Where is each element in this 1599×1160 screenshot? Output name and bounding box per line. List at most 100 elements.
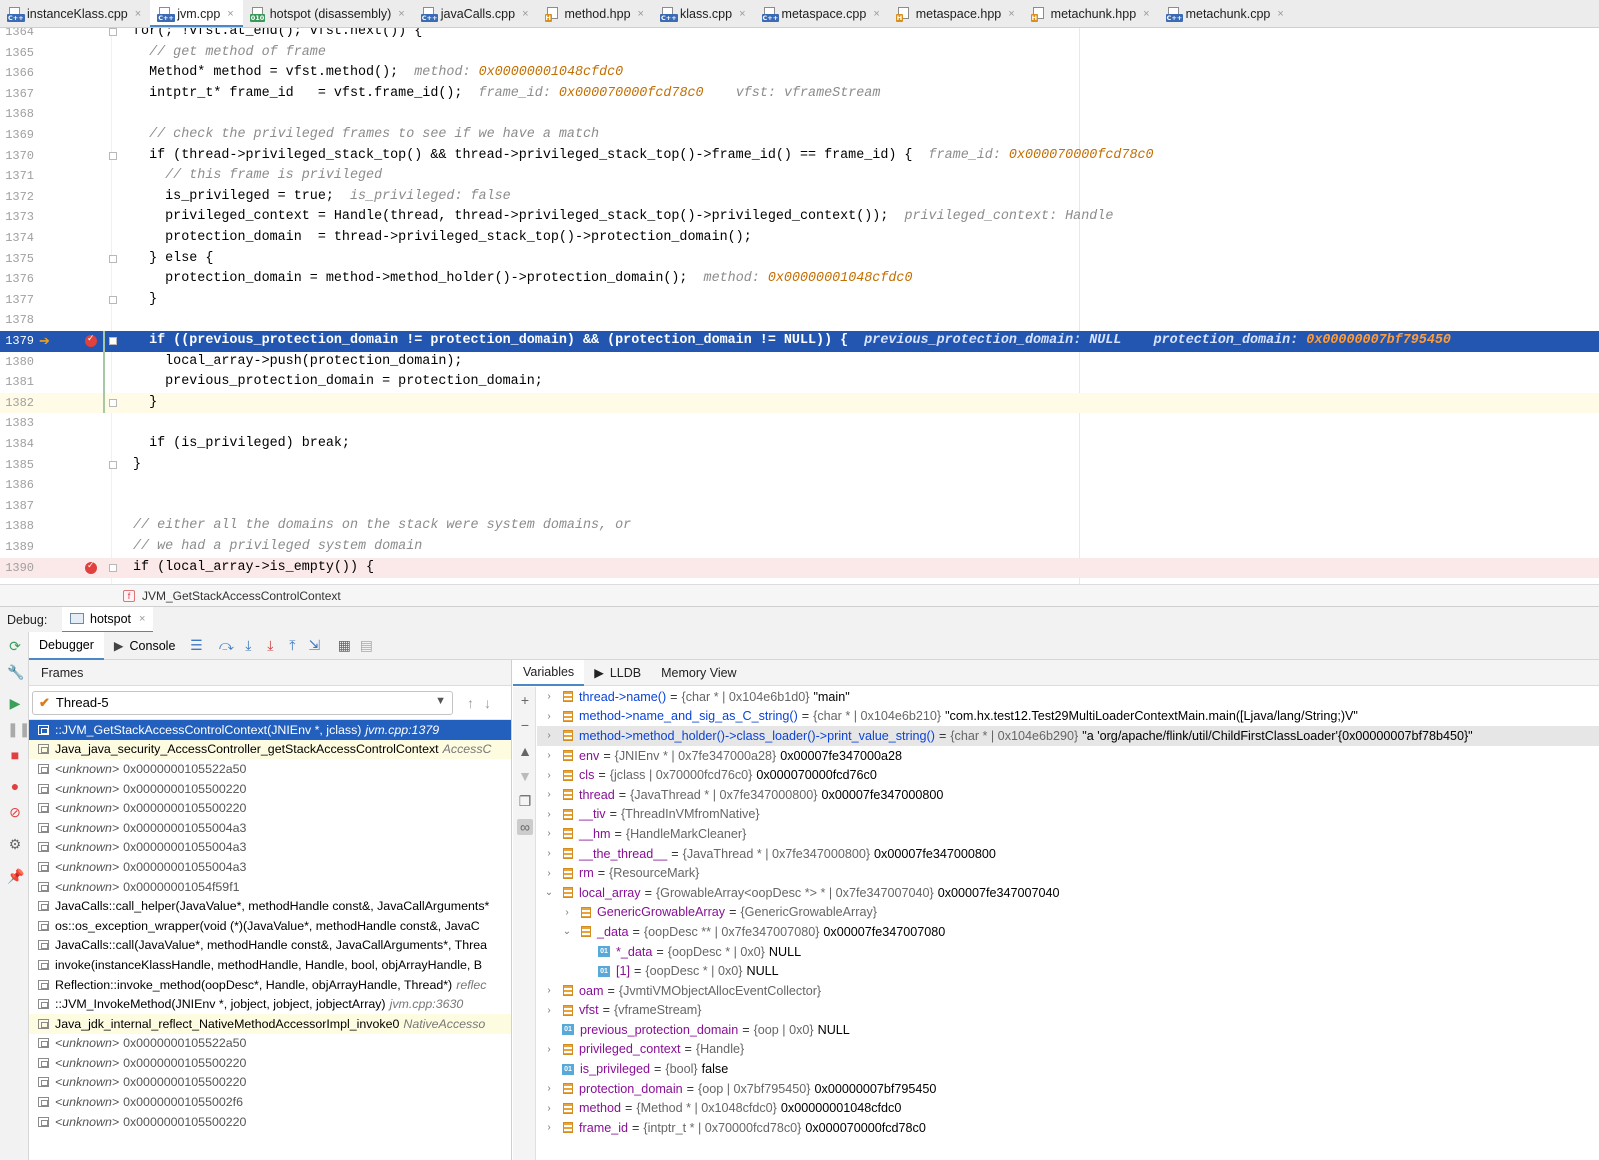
fold-marker-icon[interactable]: [109, 295, 117, 304]
wrench-icon[interactable]: 🔧: [7, 664, 24, 680]
move-down-icon[interactable]: ▼: [517, 768, 533, 784]
layout-settings-icon[interactable]: ▤: [355, 637, 377, 654]
tab-console[interactable]: ▶ Console: [104, 632, 186, 660]
line-number[interactable]: 1383: [0, 413, 34, 434]
stack-frame[interactable]: os::os_exception_wrapper(void (*)(JavaVa…: [29, 916, 511, 936]
copy-icon[interactable]: ❐: [517, 793, 533, 809]
chevron-down-icon[interactable]: ⌄: [543, 887, 555, 898]
pause-icon[interactable]: ❚❚: [7, 721, 30, 737]
variable-row[interactable]: › privileged_context = {Handle}: [537, 1040, 1599, 1060]
close-icon[interactable]: ×: [1143, 8, 1149, 20]
fold-marker-icon[interactable]: [109, 28, 117, 36]
breakpoint-icon[interactable]: [85, 560, 97, 574]
variable-row[interactable]: › cls = {jclass | 0x70000fcd76c0} 0x00007000…: [537, 765, 1599, 785]
chevron-right-icon[interactable]: ›: [561, 907, 573, 918]
show-frames-icon[interactable]: ☰: [185, 637, 207, 654]
stack-frame[interactable]: <unknown> 0x0000000105500220: [29, 1112, 511, 1132]
close-icon[interactable]: ×: [638, 8, 644, 20]
tab-variables[interactable]: Variables: [513, 660, 585, 686]
chevron-right-icon[interactable]: ›: [543, 770, 555, 781]
close-icon[interactable]: ×: [135, 8, 141, 20]
line-number[interactable]: 1368: [0, 104, 34, 125]
line-number[interactable]: 1377: [0, 290, 34, 311]
chevron-right-icon[interactable]: ›: [543, 1083, 555, 1094]
thread-selector[interactable]: ✔ Thread-5 ▼: [32, 690, 453, 715]
variable-row[interactable]: ⌄ _data = {oopDesc ** | 0x7fe347007080} 0x00…: [537, 922, 1599, 942]
variable-row[interactable]: › protection_domain = {oop | 0x7bf795450} 0x…: [537, 1079, 1599, 1099]
chevron-down-icon[interactable]: ⌄: [561, 926, 573, 937]
editor-tab[interactable]: C++ metachunk.cpp ×: [1159, 0, 1293, 27]
close-icon[interactable]: ×: [1008, 8, 1014, 20]
line-number[interactable]: 1386: [0, 475, 34, 496]
close-icon[interactable]: ×: [1277, 8, 1283, 20]
stack-frame[interactable]: <unknown> 0x00000001054f59f1: [29, 877, 511, 897]
line-number[interactable]: 1376: [0, 269, 34, 290]
close-icon[interactable]: ×: [739, 8, 745, 20]
stack-frame[interactable]: Java_java_security_AccessController_getS…: [29, 739, 511, 760]
line-number[interactable]: 1375: [0, 249, 34, 270]
stack-frame[interactable]: ::JVM_InvokeMethod(JNIEnv *, jobject, jo…: [29, 994, 511, 1014]
evaluate-expression-icon[interactable]: ▦: [333, 637, 355, 654]
tab-debugger[interactable]: Debugger: [29, 631, 104, 660]
line-number[interactable]: 1373: [0, 207, 34, 228]
line-number[interactable]: 1366: [0, 63, 34, 84]
fold-marker-icon[interactable]: [109, 151, 117, 160]
remove-watch-icon[interactable]: −: [517, 717, 533, 733]
line-number[interactable]: 1372: [0, 187, 34, 208]
variable-row[interactable]: › __tiv = {ThreadInVMfromNative}: [537, 805, 1599, 825]
variable-row[interactable]: › env = {JNIEnv * | 0x7fe347000a28} 0x00007f…: [537, 746, 1599, 766]
variable-row[interactable]: › method->name_and_sig_as_C_string() = {cha…: [537, 707, 1599, 727]
chevron-right-icon[interactable]: ›: [543, 868, 555, 879]
line-number[interactable]: 1379: [0, 331, 34, 352]
stack-frame[interactable]: JavaCalls::call_helper(JavaValue*, metho…: [29, 896, 511, 916]
chevron-right-icon[interactable]: ›: [543, 1044, 555, 1055]
frame-nav-arrows-icon[interactable]: ↑↓: [467, 695, 501, 711]
variable-row[interactable]: › vfst = {vframeStream}: [537, 1001, 1599, 1021]
force-step-into-icon[interactable]: ⤓: [259, 637, 281, 654]
variable-row[interactable]: › method->method_holder()->class_loader()…: [537, 726, 1599, 746]
variable-row[interactable]: 01 is_privileged = {bool} false: [537, 1059, 1599, 1079]
line-number[interactable]: 1365: [0, 43, 34, 64]
line-number[interactable]: 1364: [0, 28, 34, 43]
chevron-right-icon[interactable]: ›: [543, 848, 555, 859]
resume-icon[interactable]: ▶: [7, 695, 23, 711]
variable-row[interactable]: › __hm = {HandleMarkCleaner}: [537, 824, 1599, 844]
view-breakpoints-icon[interactable]: ●: [7, 778, 23, 794]
line-number[interactable]: 1371: [0, 166, 34, 187]
chevron-right-icon[interactable]: ›: [543, 1005, 555, 1016]
chevron-right-icon[interactable]: ›: [543, 750, 555, 761]
line-number[interactable]: 1369: [0, 125, 34, 146]
chevron-right-icon[interactable]: ›: [543, 985, 555, 996]
editor-tab[interactable]: C++ klass.cpp ×: [653, 0, 755, 27]
move-up-icon[interactable]: ▲: [517, 743, 533, 759]
stack-frame[interactable]: JavaCalls::call(JavaValue*, methodHandle…: [29, 936, 511, 956]
breadcrumb-function[interactable]: JVM_GetStackAccessControlContext: [142, 589, 341, 603]
stack-frame[interactable]: Reflection::invoke_method(oopDesc*, Hand…: [29, 975, 511, 995]
close-icon[interactable]: ×: [873, 8, 879, 20]
settings-gear-icon[interactable]: ⚙: [7, 836, 23, 852]
stack-frame[interactable]: <unknown> 0x0000000105500220: [29, 1073, 511, 1093]
step-over-icon[interactable]: ⤼: [215, 637, 237, 654]
editor-tab[interactable]: 010 hotspot (disassembly) ×: [243, 0, 414, 27]
pin-icon[interactable]: 📌: [7, 868, 24, 884]
editor-tab[interactable]: Hmetaspace.hpp ×: [889, 0, 1024, 27]
editor-tab[interactable]: Hmethod.hpp ×: [538, 0, 653, 27]
close-icon[interactable]: ×: [139, 613, 145, 625]
editor-tab[interactable]: C++ metaspace.cpp ×: [755, 0, 889, 27]
variable-row[interactable]: 01 *_data = {oopDesc * | 0x0} NULL: [537, 942, 1599, 962]
run-to-cursor-icon[interactable]: ⇲: [303, 637, 325, 654]
variable-row[interactable]: › frame_id = {intptr_t * | 0x70000fcd78c0} 0…: [537, 1118, 1599, 1138]
chevron-right-icon[interactable]: ›: [543, 1122, 555, 1133]
line-number[interactable]: 1387: [0, 496, 34, 517]
variable-row[interactable]: 01 previous_protection_domain = {oop | 0x0}…: [537, 1020, 1599, 1040]
stack-frame[interactable]: invoke(instanceKlassHandle, methodHandle…: [29, 955, 511, 975]
stack-frame[interactable]: ::JVM_GetStackAccessControlContext(JNIEn…: [29, 720, 511, 740]
close-icon[interactable]: ×: [522, 8, 528, 20]
variable-row[interactable]: › oam = {JvmtiVMObjectAllocEventCollector}: [537, 981, 1599, 1001]
line-number[interactable]: 1385: [0, 455, 34, 476]
add-watch-icon[interactable]: +: [517, 692, 533, 708]
line-number[interactable]: 1367: [0, 84, 34, 105]
line-number[interactable]: 1384: [0, 434, 34, 455]
stack-frame[interactable]: <unknown> 0x0000000105522a50: [29, 759, 511, 779]
line-number[interactable]: 1381: [0, 372, 34, 393]
